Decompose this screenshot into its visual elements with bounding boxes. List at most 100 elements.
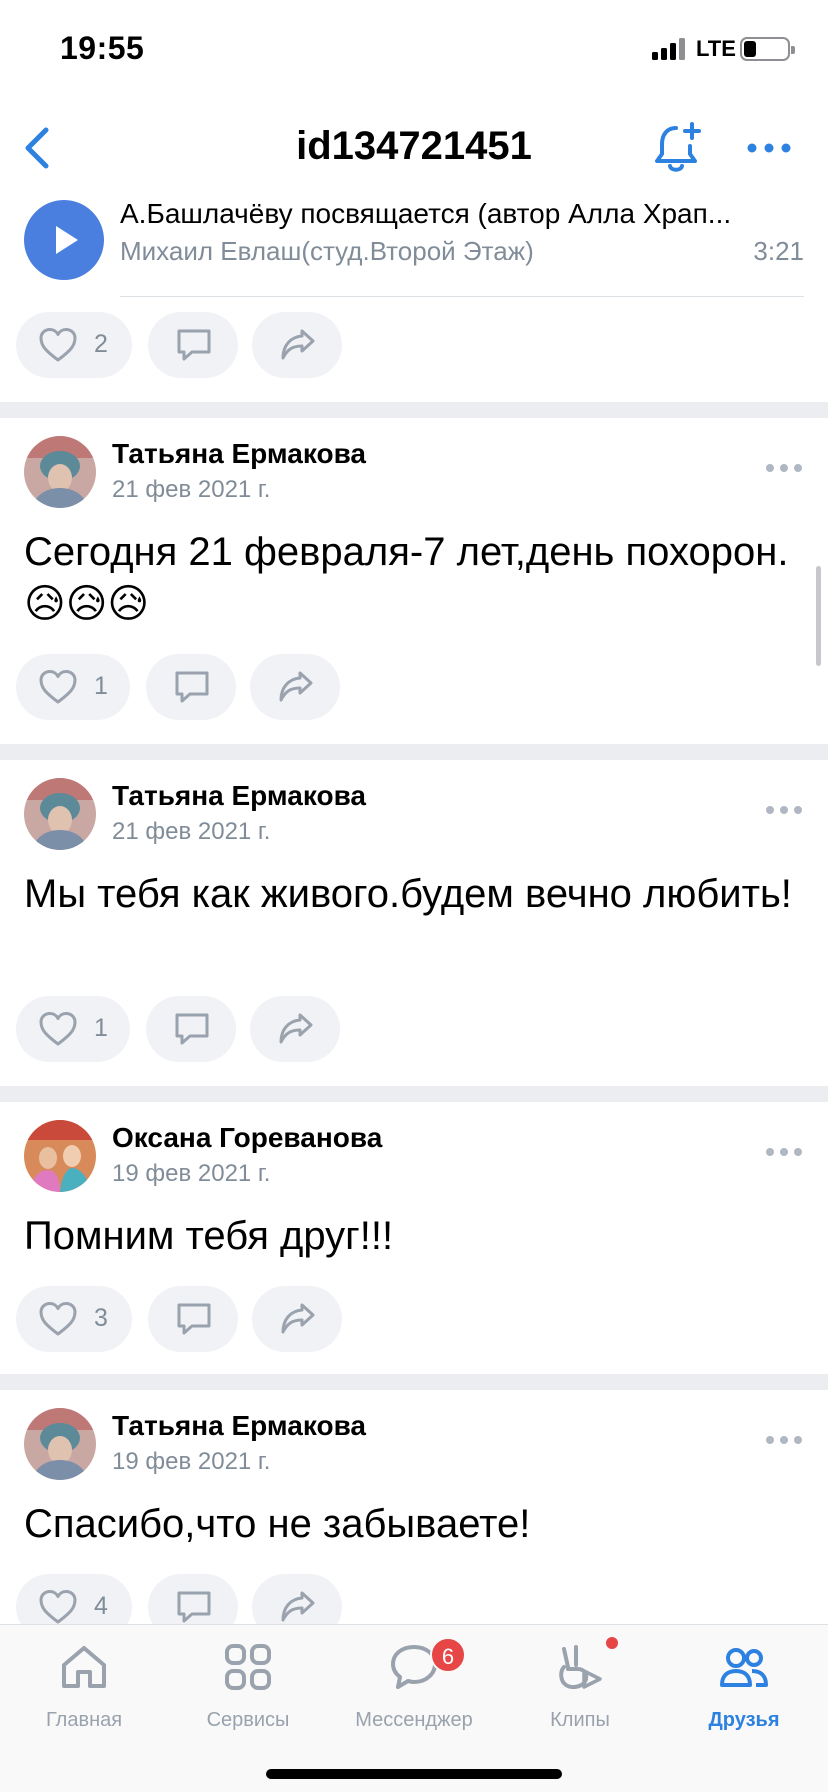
tab-clips[interactable]: Клипы bbox=[500, 1635, 660, 1735]
share-button[interactable] bbox=[252, 1574, 342, 1624]
post-text: Спасибо,что не забываете! bbox=[24, 1502, 531, 1546]
tab-label: Клипы bbox=[550, 1709, 610, 1731]
comment-button[interactable] bbox=[148, 312, 238, 378]
battery-icon bbox=[740, 37, 795, 61]
share-button[interactable] bbox=[252, 1286, 342, 1352]
comment-icon bbox=[175, 671, 209, 703]
like-count: 2 bbox=[94, 330, 108, 358]
tab-messenger[interactable]: 6 Мессенджер bbox=[334, 1635, 494, 1735]
comment-button[interactable] bbox=[148, 1286, 238, 1352]
like-button[interactable]: 2 bbox=[16, 312, 132, 378]
post-more-button[interactable] bbox=[766, 1148, 802, 1160]
comment-icon bbox=[177, 329, 211, 361]
avatar[interactable] bbox=[24, 436, 96, 508]
play-icon bbox=[56, 226, 78, 254]
wall-post: Татьяна Ермакова 21 фев 2021 г. Мы тебя … bbox=[0, 760, 828, 1086]
signal-icon bbox=[652, 38, 688, 60]
post-author[interactable]: Оксана Гореванова bbox=[112, 1122, 382, 1154]
post-date: 21 фев 2021 г. bbox=[112, 818, 271, 845]
avatar[interactable] bbox=[24, 1120, 96, 1192]
home-indicator[interactable] bbox=[266, 1769, 562, 1779]
like-button[interactable]: 1 bbox=[16, 654, 130, 720]
tab-services[interactable]: Сервисы bbox=[168, 1635, 328, 1735]
status-bar: 19:55 LTE bbox=[0, 0, 828, 100]
comment-button[interactable] bbox=[146, 654, 236, 720]
post-separator bbox=[0, 402, 828, 418]
like-count: 3 bbox=[94, 1304, 108, 1332]
post-text: Сегодня 21 февраля-7 лет,день похорон.😥😥… bbox=[24, 530, 789, 626]
wall-post: Татьяна Ермакова 19 фев 2021 г. Спасибо,… bbox=[0, 1390, 828, 1624]
heart-icon bbox=[39, 328, 77, 362]
friends-icon bbox=[720, 1648, 768, 1687]
tab-home[interactable]: Главная bbox=[4, 1635, 164, 1735]
play-button[interactable] bbox=[24, 200, 104, 280]
heart-icon bbox=[39, 670, 77, 704]
like-count: 1 bbox=[94, 672, 108, 700]
post-separator bbox=[0, 744, 828, 760]
comment-icon bbox=[175, 1013, 209, 1045]
like-count: 1 bbox=[94, 1014, 108, 1042]
share-icon bbox=[279, 671, 313, 702]
like-button[interactable]: 4 bbox=[16, 1574, 132, 1624]
wall-post: Татьяна Ермакова 21 фев 2021 г. Сегодня … bbox=[0, 418, 828, 744]
tab-label: Сервисы bbox=[206, 1709, 290, 1731]
wall-post: Оксана Гореванова 19 фев 2021 г. Помним … bbox=[0, 1102, 828, 1374]
heart-icon bbox=[39, 1302, 77, 1336]
tab-label: Мессенджер bbox=[355, 1709, 473, 1731]
audio-attachment[interactable]: А.Башлачёву посвящается (автор Алла Храп… bbox=[0, 200, 828, 300]
comment-button[interactable] bbox=[146, 996, 236, 1062]
post-author[interactable]: Татьяна Ермакова bbox=[112, 780, 366, 812]
home-icon bbox=[62, 1646, 106, 1688]
post-more-button[interactable] bbox=[766, 464, 802, 476]
services-icon bbox=[225, 1644, 271, 1690]
status-time: 19:55 bbox=[60, 30, 145, 66]
post-date: 21 фев 2021 г. bbox=[112, 476, 271, 503]
like-button[interactable]: 3 bbox=[16, 1286, 132, 1352]
divider bbox=[120, 296, 804, 297]
audio-title: А.Башлачёву посвящается (автор Алла Храп… bbox=[120, 200, 732, 229]
tab-label: Главная bbox=[45, 1709, 123, 1731]
share-button[interactable] bbox=[252, 312, 342, 378]
post-date: 19 фев 2021 г. bbox=[112, 1160, 271, 1187]
tab-label: Друзья bbox=[708, 1709, 780, 1731]
share-icon bbox=[281, 1303, 315, 1334]
post-more-button[interactable] bbox=[766, 806, 802, 818]
share-button[interactable] bbox=[250, 654, 340, 720]
post-author[interactable]: Татьяна Ермакова bbox=[112, 438, 366, 470]
subscribe-notifications-button[interactable] bbox=[652, 120, 704, 176]
clips-icon bbox=[559, 1645, 602, 1689]
post-text: Мы тебя как живого.будем вечно любить! bbox=[24, 872, 792, 916]
share-button[interactable] bbox=[250, 996, 340, 1062]
tab-bar: Главная Сервисы 6 Мессенджер Клипы Друзь… bbox=[0, 1624, 828, 1792]
avatar[interactable] bbox=[24, 778, 96, 850]
post-author[interactable]: Татьяна Ермакова bbox=[112, 1410, 366, 1442]
network-label: LTE bbox=[696, 36, 736, 61]
share-icon bbox=[279, 1013, 313, 1044]
new-content-dot bbox=[606, 1637, 618, 1649]
post-separator bbox=[0, 1374, 828, 1390]
share-icon bbox=[281, 329, 315, 360]
more-horizontal-icon bbox=[747, 143, 791, 153]
comment-icon bbox=[177, 1303, 211, 1335]
bell-plus-icon bbox=[655, 122, 701, 172]
heart-icon bbox=[39, 1590, 77, 1624]
like-button[interactable]: 1 bbox=[16, 996, 130, 1062]
heart-icon bbox=[39, 1012, 77, 1046]
tab-friends[interactable]: Друзья bbox=[664, 1635, 824, 1735]
post-more-button[interactable] bbox=[766, 1436, 802, 1448]
unread-badge: 6 bbox=[430, 1637, 466, 1673]
more-options-button[interactable] bbox=[744, 130, 794, 166]
nav-bar: id134721451 bbox=[0, 100, 828, 200]
audio-duration: 3:21 bbox=[753, 236, 804, 266]
avatar[interactable] bbox=[24, 1408, 96, 1480]
post-date: 19 фев 2021 г. bbox=[112, 1448, 271, 1475]
post-separator bbox=[0, 1086, 828, 1102]
share-icon bbox=[281, 1591, 315, 1622]
comment-icon bbox=[177, 1591, 211, 1623]
post-text: Помним тебя друг!!! bbox=[24, 1214, 394, 1258]
wall-feed[interactable]: А.Башлачёву посвящается (автор Алла Храп… bbox=[0, 200, 828, 1624]
comment-button[interactable] bbox=[148, 1574, 238, 1624]
audio-artist: Михаил Евлаш(студ.Второй Этаж) bbox=[120, 236, 534, 266]
like-count: 4 bbox=[94, 1592, 108, 1620]
scroll-indicator[interactable] bbox=[816, 566, 821, 666]
